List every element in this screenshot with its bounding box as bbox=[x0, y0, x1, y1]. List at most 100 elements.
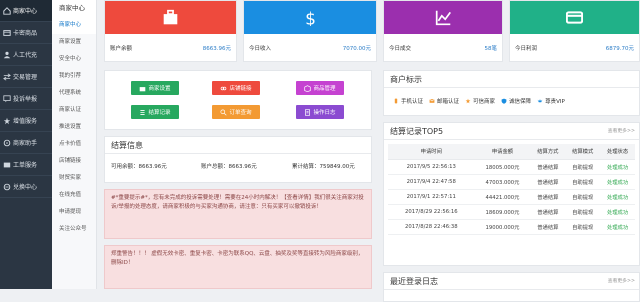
subnav-item-8[interactable]: 店铺链接 bbox=[52, 153, 96, 170]
subnav-item-0[interactable]: 商家中心 bbox=[52, 17, 96, 34]
stat-value: 8663.96元 bbox=[202, 46, 231, 52]
table-cell: 处理成功 bbox=[600, 189, 635, 206]
top5-column-header: 申请金额 bbox=[474, 144, 531, 160]
table-cell: 处理成功 bbox=[600, 219, 635, 236]
table-cell: 19000.000元 bbox=[474, 219, 531, 236]
stat-card-2: 今日成交 58笔 bbox=[383, 0, 503, 62]
table-cell: 自助提现 bbox=[565, 219, 601, 236]
action-button-5[interactable]: 操作日志 bbox=[296, 105, 344, 119]
stat-label: 今日成交 bbox=[389, 46, 412, 52]
action-button-4[interactable]: 订单查询 bbox=[212, 105, 260, 119]
table-cell: 44421.000元 bbox=[474, 189, 531, 206]
table-cell: 处理成功 bbox=[600, 159, 635, 175]
available-label: 可用余额： bbox=[111, 164, 139, 170]
subnav-item-11[interactable]: 申请提现 bbox=[52, 204, 96, 221]
action-button-3[interactable]: 结算记录 bbox=[131, 105, 179, 119]
card-icon bbox=[3, 29, 11, 37]
shield-icon bbox=[501, 98, 507, 104]
table-cell: 47003.000元 bbox=[474, 174, 531, 190]
sidebar-item-3[interactable]: 交易管理 bbox=[0, 66, 52, 88]
recent-login-more-link[interactable]: 查看更多>> bbox=[608, 273, 635, 290]
subnav-item-5[interactable]: 商家认证 bbox=[52, 102, 96, 119]
recent-login-header: 最近登录日志 查看更多>> bbox=[384, 273, 639, 290]
table-cell: 自助提现 bbox=[565, 159, 601, 175]
stat-value: 58笔 bbox=[484, 46, 498, 52]
briefcase-icon bbox=[162, 9, 179, 26]
subnav-item-3[interactable]: 我的引荐 bbox=[52, 68, 96, 85]
home-icon bbox=[3, 6, 11, 15]
table-row: 2017/9/1 22:57:11 44421.000元 普通结算 自助提现 处理成功 bbox=[388, 189, 635, 206]
sub-navigation: 商家中心 商家中心 商家设置 安全中心 我的引荐 代理系统 商家认证 推送设置 点卡价值 店铺链… bbox=[52, 0, 97, 289]
merchant-badge-4: 尊贵VIP bbox=[537, 97, 565, 105]
recent-login-title: 最近登录日志 bbox=[390, 277, 438, 286]
subnav-item-1[interactable]: 商家设置 bbox=[52, 34, 96, 51]
stat-band bbox=[384, 1, 502, 34]
table-cell: 普通结算 bbox=[530, 219, 566, 236]
dollar-icon: $ bbox=[302, 9, 319, 29]
subnav-item-4[interactable]: 代理系统 bbox=[52, 85, 96, 102]
goods-icon bbox=[304, 84, 312, 92]
person-icon bbox=[3, 51, 11, 59]
action-button-1[interactable]: 店铺链接 bbox=[212, 81, 260, 95]
sidebar-item-6[interactable]: 商家助手 bbox=[0, 132, 52, 154]
exchange-icon bbox=[3, 183, 11, 191]
table-cell: 普通结算 bbox=[530, 174, 566, 190]
table-cell: 2017/9/4 22:47:58 bbox=[388, 174, 475, 190]
search-icon bbox=[220, 108, 228, 116]
warning-notice: 郑重警告！！！ 虚假无效卡密、重复卡密、卡密为联系QQ、云盘、抽奖及奖等直接转为… bbox=[104, 245, 372, 289]
action-label: 商品管理 bbox=[313, 86, 336, 92]
settlement-title: 结算信息 bbox=[105, 137, 371, 154]
table-row: 2017/8/29 22:56:16 18609.000元 普通结算 自助提现 处理成功 bbox=[388, 204, 635, 221]
stat-card-3: 今日利润 6879.70元 bbox=[509, 0, 640, 62]
subnav-item-10[interactable]: 在线充值 bbox=[52, 187, 96, 204]
sidebar-item-label: 人工代充 bbox=[13, 52, 38, 59]
action-button-2[interactable]: 商品管理 bbox=[296, 81, 344, 95]
merchant-badge-3: 诚信保障 bbox=[501, 97, 531, 105]
top5-column-header: 结算方式 bbox=[530, 144, 566, 160]
subnav-item-12[interactable]: 关注公众号 bbox=[52, 221, 96, 238]
cumulative-value: 759849.00元 bbox=[319, 164, 355, 170]
link-icon bbox=[220, 85, 227, 92]
action-button-0[interactable]: 商家设置 bbox=[131, 81, 179, 95]
sidebar-item-0[interactable]: 商家中心 bbox=[0, 0, 52, 22]
sidebar-item-label: 卡密商品 bbox=[13, 30, 38, 37]
stat-band: $ bbox=[244, 1, 376, 34]
ticket-icon bbox=[3, 161, 11, 169]
table-cell: 2017/8/28 22:46:38 bbox=[388, 219, 475, 236]
table-cell: 2017/9/5 22:56:13 bbox=[388, 159, 475, 175]
action-label: 结算记录 bbox=[148, 110, 171, 116]
subnav-item-9[interactable]: 财贸实家 bbox=[52, 170, 96, 187]
top5-header: 结算记录TOP5 查看更多>> bbox=[384, 123, 639, 140]
merchant-badge-0: 手机认证 bbox=[393, 97, 423, 105]
table-cell: 18005.000元 bbox=[474, 159, 531, 175]
table-cell: 普通结算 bbox=[530, 204, 566, 221]
merchant-badge-label: 诚信保障 bbox=[509, 99, 532, 105]
subnav-item-6[interactable]: 推送设置 bbox=[52, 119, 96, 136]
sidebar-item-2[interactable]: 人工代充 bbox=[0, 44, 52, 66]
table-cell: 自助提现 bbox=[565, 204, 601, 221]
sidebar-item-8[interactable]: 兑换中心 bbox=[0, 176, 52, 198]
top5-table: 申请时间 申请金额 结算方式 结算模式 处理状态 2017/9/5 22:56:13 18… bbox=[388, 144, 635, 236]
subnav-item-2[interactable]: 安全中心 bbox=[52, 51, 96, 68]
quick-actions-panel: 商家设置 店铺链接 商品管理结算记录 订单查询 操作日志 bbox=[104, 70, 372, 130]
stat-card-1: $ 今日收入 7070.00元 bbox=[243, 0, 377, 62]
stat-card-0: 账户余额 8663.96元 bbox=[104, 0, 237, 62]
subnav-item-7[interactable]: 点卡价值 bbox=[52, 136, 96, 153]
complaint-notice[interactable]: #*重要提示#*，您有未完成的投诉需要处理！需要在24小时内解决！【查看详情】我… bbox=[104, 189, 372, 239]
sidebar-item-7[interactable]: 工单服务 bbox=[0, 154, 52, 176]
sidebar-item-1[interactable]: 卡密商品 bbox=[0, 22, 52, 44]
sidebar-item-5[interactable]: 增值服务 bbox=[0, 110, 52, 132]
assistant-icon bbox=[3, 139, 11, 147]
stat-value: 7070.00元 bbox=[342, 46, 371, 52]
trade-icon bbox=[3, 72, 11, 81]
sidebar-item-4[interactable]: 投诉举报 bbox=[0, 88, 52, 110]
merchant-badge-label: 手机认证 bbox=[401, 99, 424, 105]
table-cell: 18609.000元 bbox=[474, 204, 531, 221]
top5-column-header: 处理状态 bbox=[600, 144, 635, 160]
credit-card-icon bbox=[565, 9, 584, 26]
sidebar-item-label: 工单服务 bbox=[13, 162, 38, 169]
vip-icon bbox=[537, 98, 543, 104]
table-cell: 处理成功 bbox=[600, 174, 635, 190]
top5-more-link[interactable]: 查看更多>> bbox=[608, 123, 635, 140]
sidebar-item-label: 商家中心 bbox=[13, 8, 38, 15]
